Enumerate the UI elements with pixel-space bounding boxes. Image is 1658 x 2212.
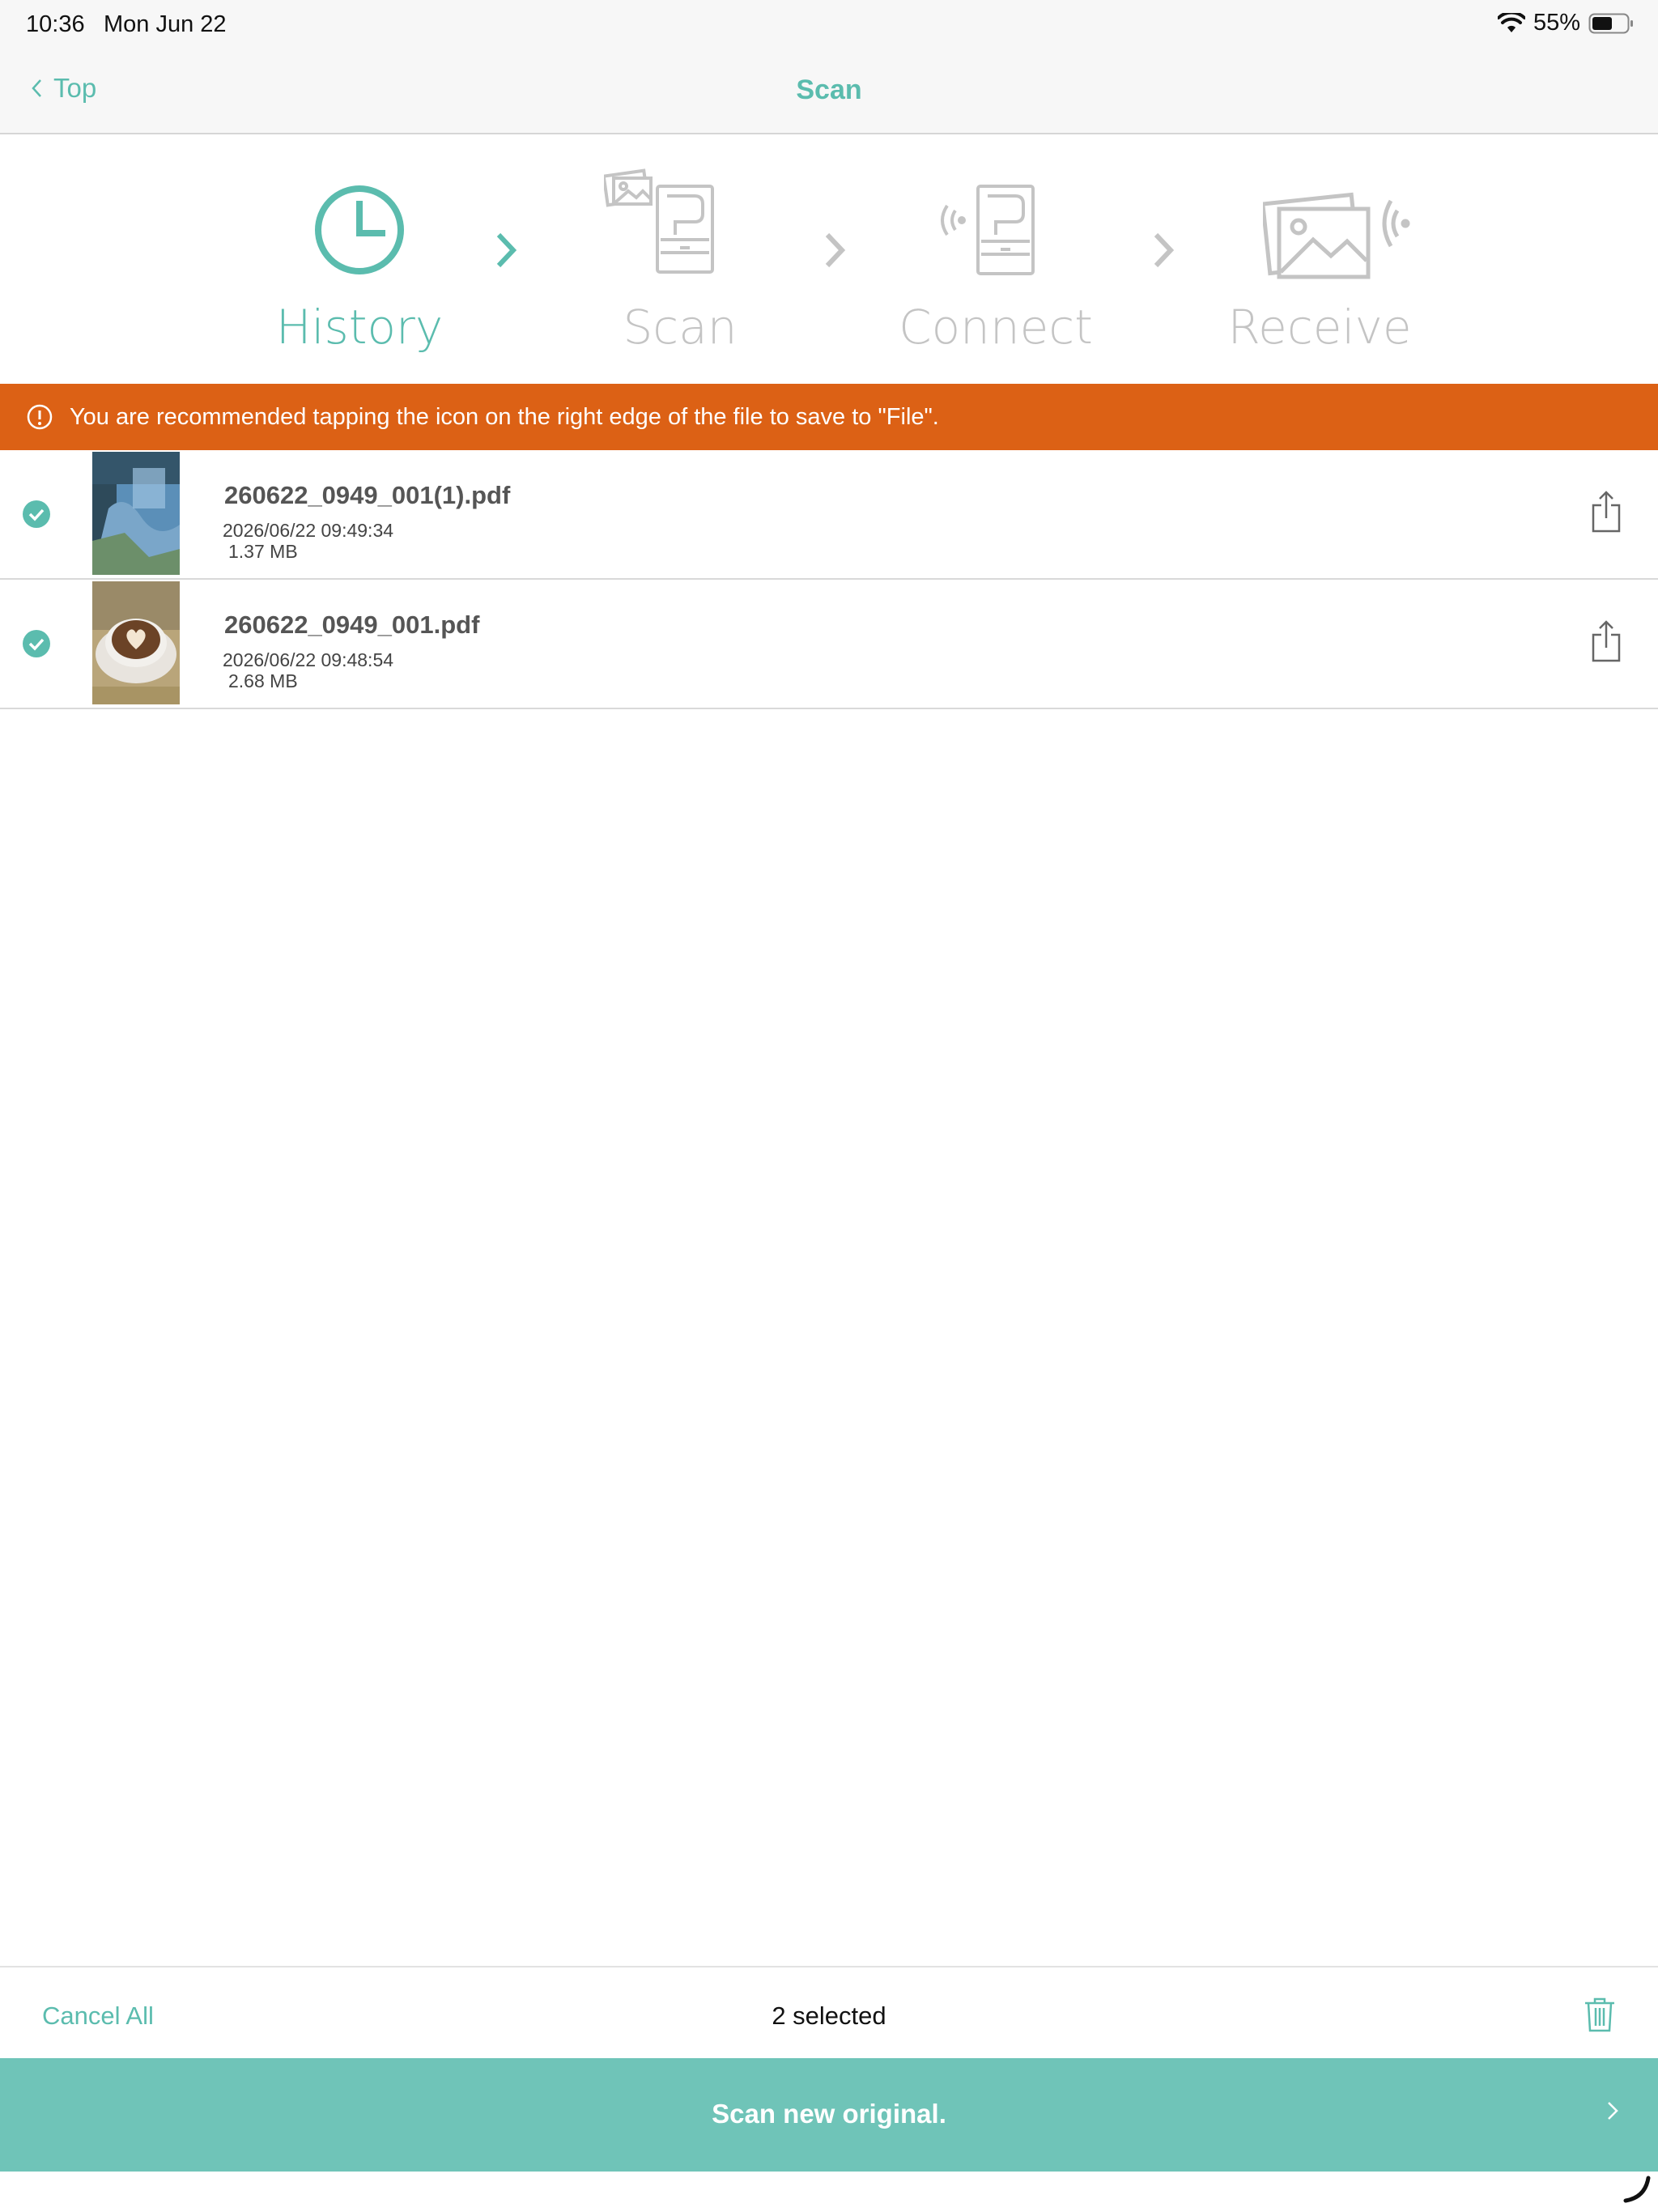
selected-count: 2 selected xyxy=(772,2001,886,2030)
step-indicator: History Scan Connect Receive xyxy=(0,134,1658,384)
scanner-wireless-icon xyxy=(941,185,1035,275)
step-label: Connect xyxy=(899,300,1093,355)
battery-percent: 55% xyxy=(1533,10,1580,36)
navigation-bar: Top Scan xyxy=(0,52,1658,134)
wifi-icon xyxy=(1497,12,1525,32)
share-icon[interactable] xyxy=(1590,620,1622,662)
battery-icon xyxy=(1588,13,1633,33)
file-name: 260622_0949_001.pdf xyxy=(224,610,480,639)
home-indicator xyxy=(1623,2176,1651,2203)
checkmark-circle-icon[interactable] xyxy=(23,500,50,528)
step-connect: Connect xyxy=(874,134,1117,384)
status-time: 10:36 xyxy=(26,11,85,37)
scanner-icon xyxy=(604,168,714,274)
photo-receive-icon xyxy=(1263,192,1410,279)
scan-new-label: Scan new original. xyxy=(712,2099,946,2129)
clock-icon xyxy=(315,185,404,274)
step-arrow-icon xyxy=(1154,232,1175,268)
file-thumbnail xyxy=(92,581,180,704)
alert-circle-icon xyxy=(27,404,53,430)
step-arrow-icon xyxy=(496,232,517,268)
status-date: Mon Jun 22 xyxy=(104,11,227,37)
banner-text: You are recommended tapping the icon on … xyxy=(70,403,939,430)
step-scan: Scan xyxy=(559,134,801,384)
step-history: History xyxy=(238,134,481,384)
file-row[interactable]: 260622_0949_001(1).pdf 2026/06/22 09:49:… xyxy=(0,450,1658,580)
chevron-right-icon xyxy=(1608,2102,1618,2120)
step-label: Scan xyxy=(623,300,738,355)
file-size: 2.68 MB xyxy=(228,670,298,691)
share-icon[interactable] xyxy=(1590,491,1622,533)
status-bar: 10:36 Mon Jun 22 55% xyxy=(0,0,1658,52)
status-indicators: 55% xyxy=(1497,10,1634,36)
file-date: 2026/06/22 09:48:54 xyxy=(223,649,394,670)
recommendation-banner: You are recommended tapping the icon on … xyxy=(0,384,1658,450)
step-label: History xyxy=(275,300,444,355)
file-row[interactable]: 260622_0949_001.pdf 2026/06/22 09:48:54 … xyxy=(0,580,1658,709)
file-name: 260622_0949_001(1).pdf xyxy=(224,481,511,509)
scan-new-original-button[interactable]: Scan new original. xyxy=(0,2058,1658,2172)
trash-icon[interactable] xyxy=(1584,1997,1616,2032)
checkmark-circle-icon[interactable] xyxy=(23,630,50,657)
file-date: 2026/06/22 09:49:34 xyxy=(223,520,394,541)
step-receive: Receive xyxy=(1198,134,1441,384)
step-label: Receive xyxy=(1227,300,1412,355)
selection-toolbar: Cancel All 2 selected xyxy=(0,1966,1658,2060)
file-size: 1.37 MB xyxy=(228,541,298,562)
step-arrow-icon xyxy=(825,232,846,268)
file-thumbnail xyxy=(92,452,180,575)
page-title: Scan xyxy=(796,74,862,105)
